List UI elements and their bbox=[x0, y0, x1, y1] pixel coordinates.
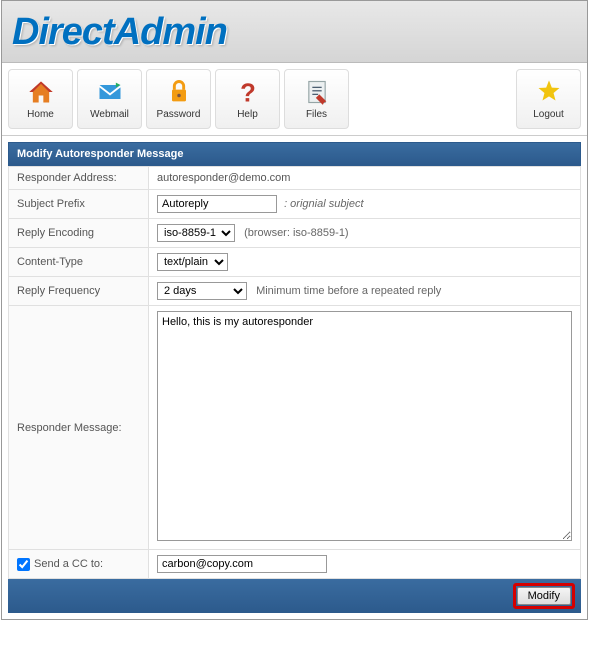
help-icon: ? bbox=[234, 78, 262, 106]
home-icon bbox=[27, 78, 55, 106]
header: DirectAdmin bbox=[2, 1, 587, 63]
password-button[interactable]: Password bbox=[146, 69, 211, 129]
reply-frequency-select[interactable]: 2 days bbox=[157, 282, 247, 300]
send-cc-checkbox[interactable] bbox=[17, 558, 30, 571]
subject-prefix-input[interactable] bbox=[157, 195, 277, 213]
subject-prefix-label: Subject Prefix bbox=[9, 190, 149, 219]
help-label: Help bbox=[237, 109, 258, 120]
webmail-button[interactable]: Webmail bbox=[77, 69, 142, 129]
row-reply-encoding: Reply Encoding iso-8859-1 (browser: iso-… bbox=[9, 219, 581, 248]
panel-title: Modify Autoresponder Message bbox=[8, 142, 581, 166]
responder-address-value: autoresponder@demo.com bbox=[149, 167, 581, 190]
reply-encoding-hint: (browser: iso-8859-1) bbox=[244, 227, 349, 239]
reply-frequency-label: Reply Frequency bbox=[9, 277, 149, 306]
content-area: Modify Autoresponder Message Responder A… bbox=[2, 136, 587, 619]
row-send-cc: Send a CC to: bbox=[9, 550, 581, 579]
webmail-label: Webmail bbox=[90, 109, 129, 120]
subject-prefix-suffix: : orignial subject bbox=[284, 198, 364, 210]
row-subject-prefix: Subject Prefix : orignial subject bbox=[9, 190, 581, 219]
files-label: Files bbox=[306, 109, 327, 120]
toolbar: Home Webmail Password ? Help Files Logou… bbox=[2, 63, 587, 136]
row-content-type: Content-Type text/plain bbox=[9, 248, 581, 277]
password-icon bbox=[165, 78, 193, 106]
modify-highlight: Modify bbox=[513, 583, 575, 609]
content-type-select[interactable]: text/plain bbox=[157, 253, 228, 271]
help-button[interactable]: ? Help bbox=[215, 69, 280, 129]
responder-message-textarea[interactable]: Hello, this is my autoresponder bbox=[157, 311, 572, 541]
files-icon bbox=[303, 78, 331, 106]
content-type-label: Content-Type bbox=[9, 248, 149, 277]
logout-label: Logout bbox=[533, 109, 564, 120]
home-label: Home bbox=[27, 109, 54, 120]
password-label: Password bbox=[157, 109, 201, 120]
modify-button[interactable]: Modify bbox=[517, 587, 571, 605]
toolbar-spacer bbox=[351, 67, 514, 131]
responder-message-label: Responder Message: bbox=[9, 306, 149, 550]
row-responder-address: Responder Address: autoresponder@demo.co… bbox=[9, 167, 581, 190]
reply-encoding-select[interactable]: iso-8859-1 bbox=[157, 224, 235, 242]
row-reply-frequency: Reply Frequency 2 days Minimum time befo… bbox=[9, 277, 581, 306]
home-button[interactable]: Home bbox=[8, 69, 73, 129]
footer-bar: Modify bbox=[8, 579, 581, 613]
reply-frequency-hint: Minimum time before a repeated reply bbox=[256, 285, 441, 297]
responder-address-label: Responder Address: bbox=[9, 167, 149, 190]
app-container: DirectAdmin Home Webmail Password ? Help… bbox=[1, 0, 588, 620]
logout-icon bbox=[535, 78, 563, 106]
reply-encoding-label: Reply Encoding bbox=[9, 219, 149, 248]
svg-text:?: ? bbox=[240, 79, 256, 106]
send-cc-input[interactable] bbox=[157, 555, 327, 573]
files-button[interactable]: Files bbox=[284, 69, 349, 129]
form-table: Responder Address: autoresponder@demo.co… bbox=[8, 166, 581, 579]
logout-button[interactable]: Logout bbox=[516, 69, 581, 129]
webmail-icon bbox=[96, 78, 124, 106]
logo: DirectAdmin bbox=[12, 11, 577, 54]
row-responder-message: Responder Message: Hello, this is my aut… bbox=[9, 306, 581, 550]
send-cc-label: Send a CC to: bbox=[34, 558, 103, 570]
